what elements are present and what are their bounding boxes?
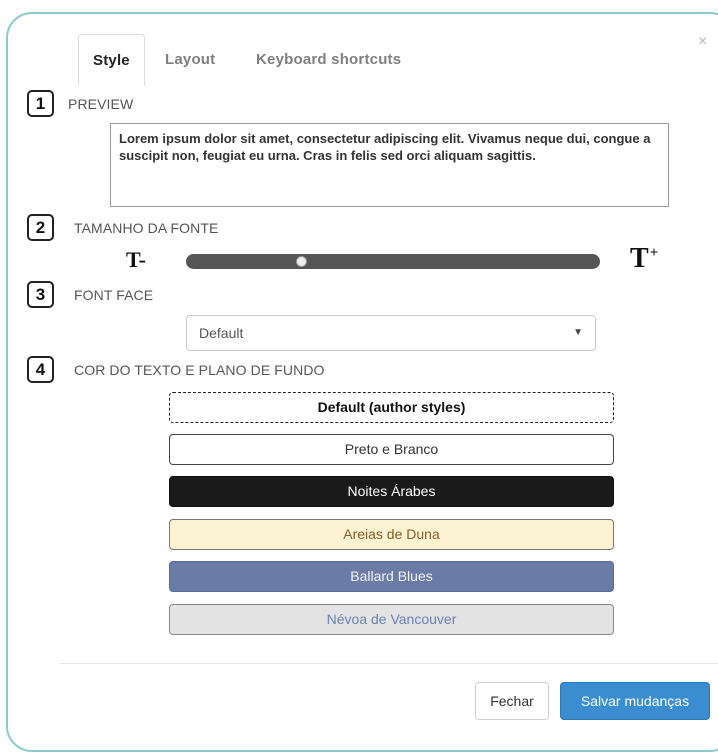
theme-black-white-button[interactable]: Preto e Branco	[169, 434, 614, 465]
decrease-font-icon[interactable]: T-	[126, 247, 146, 273]
font-size-slider[interactable]	[186, 254, 600, 269]
increase-font-plus: +	[649, 245, 659, 261]
theme-default-button[interactable]: Default (author styles)	[169, 392, 614, 423]
theme-arabian-nights-button[interactable]: Noites Árabes	[169, 476, 614, 507]
color-theme-label: COR DO TEXTO E PLANO DE FUNDO	[74, 362, 325, 378]
section-number-2: 2	[27, 214, 54, 241]
section-number-1: 1	[27, 90, 54, 117]
increase-font-icon[interactable]: T+	[630, 243, 658, 275]
save-button[interactable]: Salvar mudanças	[560, 682, 710, 720]
increase-font-letter: T	[630, 243, 649, 274]
tab-style[interactable]: Style	[78, 34, 145, 86]
section-number-3: 3	[27, 281, 54, 308]
preview-label: PREVIEW	[68, 96, 134, 112]
footer-divider	[60, 663, 718, 664]
font-size-slider-handle[interactable]	[296, 256, 307, 267]
theme-vancouver-mist-button[interactable]: Névoa de Vancouver	[169, 604, 614, 635]
tab-keyboard-shortcuts[interactable]: Keyboard shortcuts	[256, 34, 401, 86]
close-button[interactable]: Fechar	[475, 682, 549, 720]
chevron-down-icon: ▼	[573, 327, 583, 338]
font-face-select[interactable]: Default ▼	[186, 315, 596, 351]
theme-dune-sands-button[interactable]: Areias de Duna	[169, 519, 614, 550]
tab-bar: Style Layout Keyboard shortcuts	[78, 34, 718, 86]
font-face-label: FONT FACE	[74, 287, 154, 303]
section-number-4: 4	[27, 356, 54, 383]
preview-text-box: Lorem ipsum dolor sit amet, consectetur …	[110, 123, 669, 207]
tab-layout[interactable]: Layout	[165, 34, 215, 86]
theme-ballard-blues-button[interactable]: Ballard Blues	[169, 561, 614, 592]
font-face-selected-value: Default	[199, 325, 244, 341]
font-size-label: TAMANHO DA FONTE	[74, 220, 219, 236]
